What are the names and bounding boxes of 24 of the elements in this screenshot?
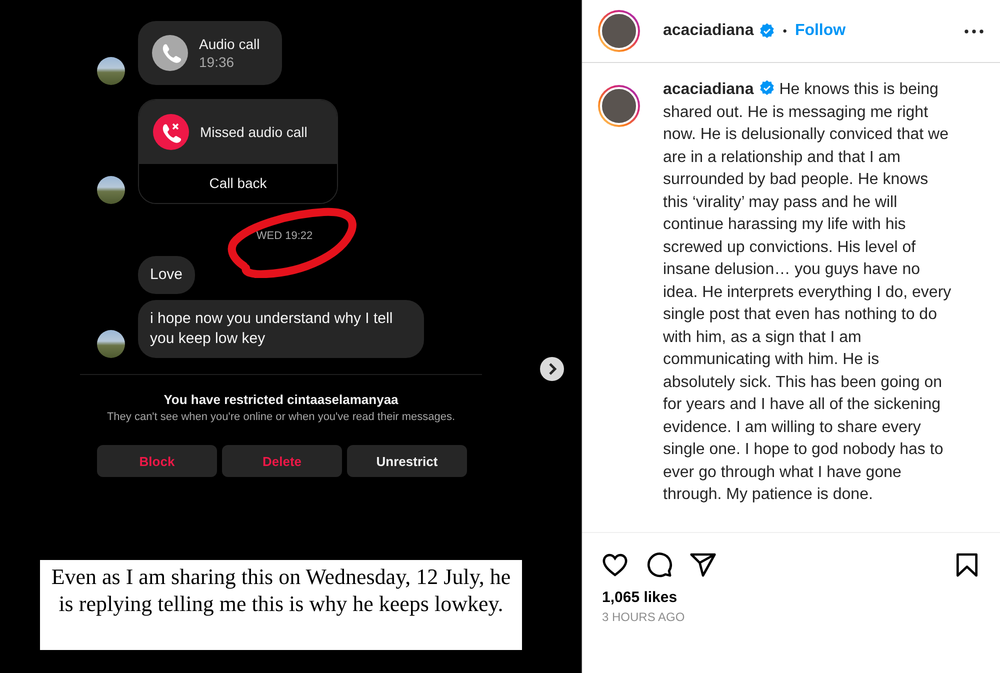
share-icon[interactable] bbox=[689, 551, 717, 579]
action-button[interactable]: Unrestrict bbox=[347, 445, 467, 477]
username[interactable]: acaciadiana bbox=[663, 81, 754, 98]
message-bubble: i hope now you understand why I tell you keep low key bbox=[138, 300, 424, 358]
phone-icon bbox=[152, 35, 188, 71]
message-bubble: Love bbox=[138, 256, 195, 294]
profile-avatar[interactable] bbox=[598, 10, 640, 52]
restricted-description: They can't see when you're online or when you've read their messages. bbox=[106, 410, 456, 425]
more-options-icon[interactable] bbox=[964, 28, 984, 34]
profile-avatar[interactable] bbox=[598, 85, 640, 127]
likes-count[interactable]: 1,065 likes bbox=[582, 589, 1000, 606]
heart-icon[interactable] bbox=[601, 551, 629, 579]
call-time: 19:36 bbox=[199, 54, 236, 70]
call-title: Missed audio call bbox=[200, 124, 308, 140]
timestamp: WED 19:22 bbox=[256, 230, 313, 242]
restricted-title: You have restricted cintaaselamanyaa bbox=[164, 392, 398, 407]
caption-overlay: Even as I am sharing this on Wednesday, 12 July, he is replying telling me this is why he keeps lowkey. bbox=[40, 560, 522, 650]
post-caption: acaciadiana He knows this is being shared out. He is messaging me right now. He is delusionally conviced that we are in a relationship and that I am surrounded by bad people. He knows this ‘virality’ may pass and he will continue harassing my life with his screwed up convictions. His level of insane delusion… you guys have no idea. He interprets everything I do, every single post that even has nothing to do with him, as a sign that I am communicating with him. He is absolutely sick. This has been going on for years and I have all of the sickening evidence. I am willing to share every single one. I hope to god nobody has to ever go through what I have gone through. My patience is done. bbox=[663, 79, 952, 505]
separator-dot: • bbox=[782, 24, 787, 38]
call-title: Audio call bbox=[199, 36, 260, 52]
missed-call-icon bbox=[153, 114, 189, 150]
username[interactable]: acaciadiana bbox=[663, 22, 754, 40]
next-button[interactable] bbox=[538, 355, 566, 383]
comment-icon[interactable] bbox=[645, 551, 673, 579]
